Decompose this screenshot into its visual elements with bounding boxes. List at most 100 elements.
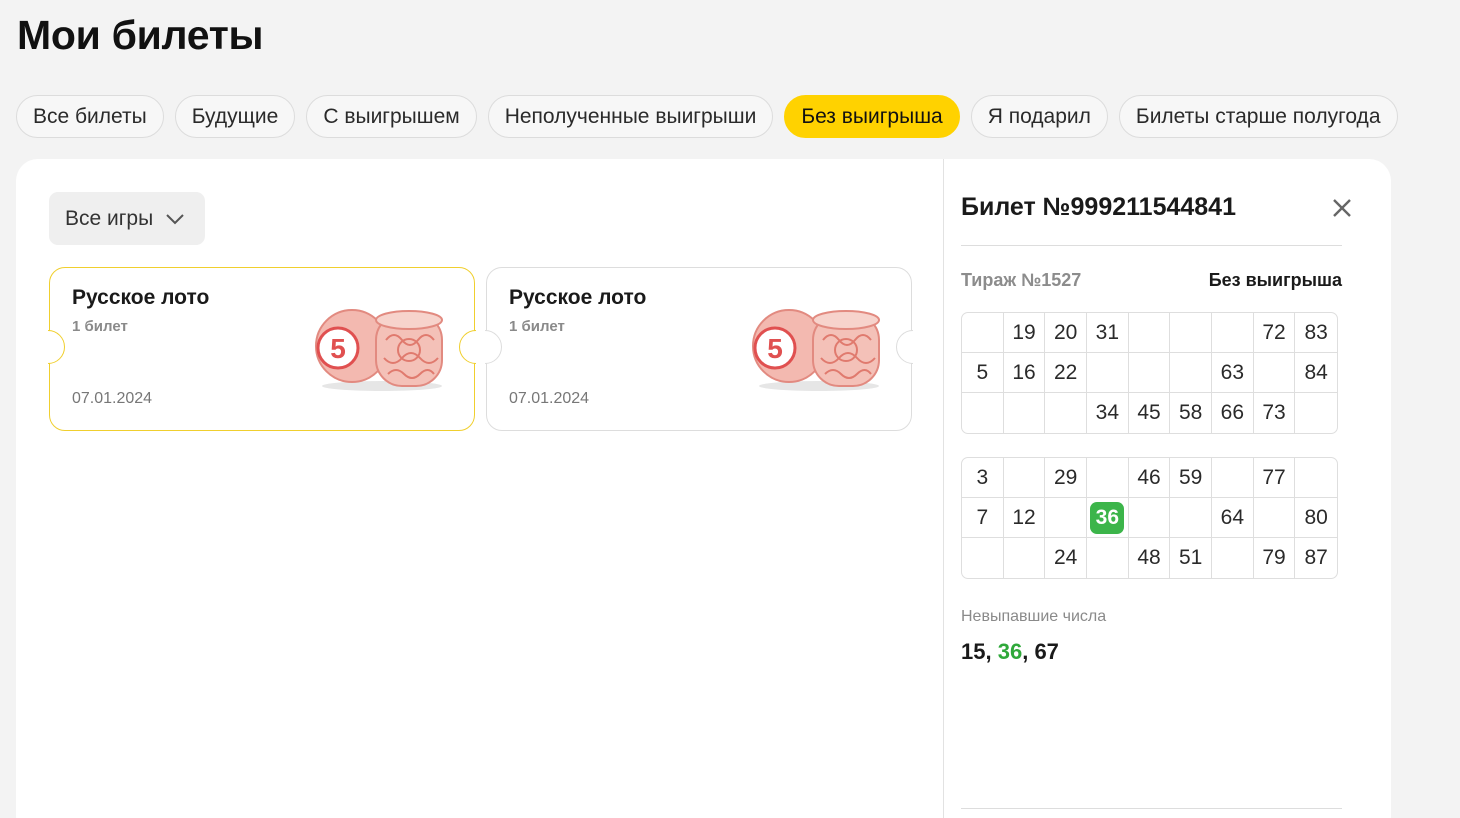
ticket-cell <box>1212 313 1254 353</box>
ticket-cell: 59 <box>1170 458 1212 498</box>
ticket-number: 83 <box>1304 320 1328 344</box>
ticket-cell: 20 <box>1045 313 1087 353</box>
ticket-cell: 79 <box>1254 538 1296 578</box>
ticket-number: 22 <box>1053 360 1078 384</box>
ticket-cell: 46 <box>1128 458 1171 498</box>
ticket-number: 45 <box>1137 401 1161 424</box>
ticket-cell: 77 <box>1253 458 1296 498</box>
ticket-cell: 83 <box>1295 313 1337 353</box>
ticket-number: 34 <box>1095 401 1119 424</box>
card-game-name: Русское лото <box>509 286 647 309</box>
ticket-cell <box>1087 353 1129 393</box>
card-date: 07.01.2024 <box>509 390 590 407</box>
page-title: Мои билеты <box>17 12 264 58</box>
card-ticket-count: 1 билет <box>72 318 128 335</box>
ticket-cell <box>1295 393 1337 433</box>
ticket-number: 31 <box>1095 320 1119 344</box>
ticket-cell <box>1212 458 1254 498</box>
ticket-cell <box>1128 498 1171 538</box>
tab-3[interactable]: С выигрышем <box>306 95 477 138</box>
ticket-cell <box>962 393 1004 433</box>
ticket-cell: 3 <box>962 458 1004 498</box>
ticket-notch <box>896 330 913 364</box>
ticket-number: 7 <box>976 505 989 529</box>
ticket-number: 66 <box>1220 401 1244 424</box>
ticket-number: 51 <box>1178 546 1203 569</box>
lotto-kegs-illustration: 5 <box>752 309 880 391</box>
lotto-kegs-illustration: 5 <box>315 309 443 391</box>
ticket-number: 77 <box>1262 465 1286 489</box>
filter-tabs: Все билеты Будущие С выигрышем Неполученные… <box>16 95 1398 138</box>
ticket-result: Без выигрыша <box>1208 270 1342 290</box>
ticket-cell: 63 <box>1212 353 1254 393</box>
ticket-field-2: 3 29 46 59 77 7 12 36 64 80 24 48 51 79 87 <box>961 457 1338 579</box>
ticket-number: 79 <box>1262 546 1286 569</box>
missing-number: 36 <box>997 639 1023 664</box>
ticket-cell <box>1295 458 1337 498</box>
ticket-number: 24 <box>1053 546 1078 569</box>
ticket-cell: 84 <box>1295 353 1337 393</box>
card-date: 07.01.2024 <box>72 390 153 407</box>
ticket-cell: 87 <box>1295 538 1337 578</box>
ticket-cell <box>1128 353 1171 393</box>
ticket-cell: 64 <box>1212 498 1254 538</box>
ticket-number: 48 <box>1137 546 1161 569</box>
ticket-number: 58 <box>1178 401 1203 424</box>
ticket-card-2[interactable]: Русское лото 1 билет 07.01.2024 5 <box>485 267 913 431</box>
ticket-cell <box>962 538 1004 578</box>
ticket-number: 5 <box>976 360 989 384</box>
ticket-footer-divider <box>961 808 1342 809</box>
ticket-cell: 7 <box>962 498 1004 538</box>
ticket-cell: 24 <box>1045 538 1087 578</box>
ticket-number: 16 <box>1012 360 1036 384</box>
ticket-number: 64 <box>1220 505 1244 529</box>
ticket-cell: 34 <box>1087 393 1129 433</box>
ticket-cell <box>1212 538 1254 578</box>
ticket-cell: 66 <box>1212 393 1254 433</box>
tab-7[interactable]: Билеты старше полугода <box>1118 95 1398 138</box>
tab-4[interactable]: Неполученные выигрыши <box>487 95 774 138</box>
ticket-number: 46 <box>1137 465 1161 489</box>
ticket-cell <box>1128 313 1171 353</box>
ticket-cell <box>962 313 1004 353</box>
tab-6[interactable]: Я подарил <box>970 95 1108 138</box>
missing-separator: , <box>1022 639 1035 664</box>
ticket-card-1[interactable]: Русское лото 1 билет 07.01.2024 5 <box>48 267 476 431</box>
ticket-number: 84 <box>1304 360 1328 384</box>
ticket-cell: 36 <box>1087 498 1129 538</box>
ticket-field-1: 19 20 31 72 83 5 16 22 63 84 34 45 58 66 73 <box>961 312 1338 434</box>
ticket-cell <box>1004 393 1046 433</box>
card-ticket-count: 1 билет <box>509 318 565 335</box>
ticket-number: 19 <box>1012 320 1036 344</box>
games-dropdown-label: Все игры <box>65 206 154 230</box>
tab-5[interactable]: Без выигрыша <box>784 95 960 138</box>
ticket-number: 12 <box>1012 505 1036 529</box>
ticket-cell: 51 <box>1170 538 1212 578</box>
ticket-cell <box>1170 313 1212 353</box>
missing-number: 67 <box>1034 639 1059 664</box>
games-dropdown[interactable]: Все игры <box>49 192 205 245</box>
ticket-cell: 16 <box>1003 353 1046 393</box>
tab-2[interactable]: Будущие <box>174 95 296 138</box>
ticket-number: 87 <box>1304 546 1328 569</box>
ticket-cell <box>1045 498 1087 538</box>
ticket-number: 72 <box>1262 320 1286 344</box>
ticket-cell <box>1045 393 1087 433</box>
chevron-down-icon <box>166 213 184 224</box>
ticket-number: 59 <box>1178 465 1203 489</box>
ticket-number: 80 <box>1304 505 1328 529</box>
missing-separator: , <box>985 639 998 664</box>
tab-1[interactable]: Все билеты <box>16 95 164 138</box>
ticket-title: Билет №999211544841 <box>961 193 1236 221</box>
ticket-cell <box>1087 538 1129 578</box>
close-icon[interactable] <box>1330 196 1354 220</box>
matched-number: 36 <box>1090 501 1125 534</box>
missing-numbers-list: 15, 36, 67 <box>961 639 1059 665</box>
card-game-name: Русское лото <box>72 286 210 309</box>
ticket-cell <box>1004 538 1046 578</box>
ticket-cell <box>1003 458 1046 498</box>
ticket-cell: 22 <box>1045 353 1087 393</box>
ticket-cell: 31 <box>1087 313 1129 353</box>
ticket-header-divider <box>961 245 1342 246</box>
ticket-cell: 48 <box>1129 538 1171 578</box>
